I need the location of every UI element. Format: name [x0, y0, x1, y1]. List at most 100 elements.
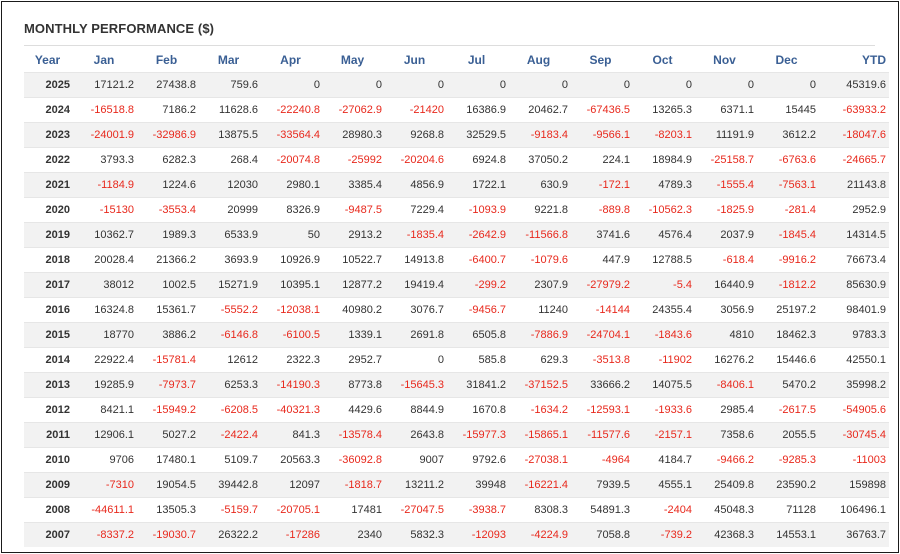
table-row: 2025 17121.2 27438.8 759.6 0 0 0 0 0 0 0 0 0 45319.6 — [24, 72, 889, 98]
may-value-cell: -25992 — [323, 147, 385, 173]
jul-value-cell: 6505.8 — [447, 322, 509, 348]
jul-value-cell: 16386.9 — [447, 97, 509, 123]
dec-value-cell: 2055.5 — [757, 422, 819, 448]
feb-value-cell: 1224.6 — [137, 172, 199, 198]
sep-value-cell: -889.8 — [571, 197, 633, 223]
year-cell: 2024 — [24, 97, 74, 123]
year-cell: 2019 — [24, 222, 74, 248]
year-cell: 2009 — [24, 472, 74, 498]
ytd-value-cell: 159898 — [819, 472, 889, 498]
dec-value-cell: 5470.2 — [757, 372, 819, 398]
year-cell: 2007 — [24, 522, 74, 547]
oct-value-cell: 12788.5 — [633, 247, 695, 273]
jan-value-cell: 3793.3 — [74, 147, 137, 173]
panel-title: MONTHLY PERFORMANCE ($) — [24, 21, 215, 36]
jan-value-cell: -1184.9 — [74, 172, 137, 198]
nov-value-cell: 2037.9 — [695, 222, 757, 248]
jun-value-cell: -15645.3 — [385, 372, 447, 398]
dec-value-cell: -281.4 — [757, 197, 819, 223]
table-row: 2007 -8337.2 -19030.7 26322.2 -17286 2340 5832… — [24, 522, 889, 547]
year-cell: 2020 — [24, 197, 74, 223]
jun-value-cell: -1835.4 — [385, 222, 447, 248]
column-header-oct: Oct — [652, 52, 673, 67]
jul-value-cell: -1093.9 — [447, 197, 509, 223]
column-header-jan: Jan — [93, 52, 115, 67]
ytd-value-cell: 106496.1 — [819, 497, 889, 523]
jun-value-cell: -21420 — [385, 97, 447, 123]
oct-value-cell: -739.2 — [633, 522, 695, 547]
sep-value-cell: -4964 — [571, 447, 633, 473]
feb-value-cell: 17480.1 — [137, 447, 199, 473]
column-header-sep: Sep — [589, 52, 612, 67]
oct-value-cell: -1933.6 — [633, 397, 695, 423]
sep-value-cell: -14144 — [571, 297, 633, 323]
jan-value-cell: 17121.2 — [74, 72, 137, 98]
may-value-cell: 8773.8 — [323, 372, 385, 398]
oct-value-cell: 0 — [633, 72, 695, 98]
jan-value-cell: 19285.9 — [74, 372, 137, 398]
oct-value-cell: 13265.3 — [633, 97, 695, 123]
aug-value-cell: -37152.5 — [509, 372, 571, 398]
feb-value-cell: 13505.3 — [137, 497, 199, 523]
jan-value-cell: 8421.1 — [74, 397, 137, 423]
table-row: 2016 16324.8 15361.7 -5552.2 -12038.1 40980.2… — [24, 297, 889, 323]
feb-value-cell: -15949.2 — [137, 397, 199, 423]
ytd-value-cell: -54905.6 — [819, 397, 889, 423]
year-cell: 2015 — [24, 322, 74, 348]
dec-value-cell: -1812.2 — [757, 272, 819, 298]
jan-value-cell: -7310 — [74, 472, 137, 498]
feb-value-cell: -15781.4 — [137, 347, 199, 373]
aug-value-cell: 2307.9 — [509, 272, 571, 298]
apr-value-cell: 12097 — [261, 472, 323, 498]
oct-value-cell: -8203.1 — [633, 122, 695, 148]
apr-value-cell: -6100.5 — [261, 322, 323, 348]
table-row: 2017 38012 1002.5 15271.9 10395.1 12877.2 1941… — [24, 272, 889, 298]
jan-value-cell: 10362.7 — [74, 222, 137, 248]
mar-value-cell: 268.4 — [199, 147, 261, 173]
may-value-cell: -1818.7 — [323, 472, 385, 498]
feb-value-cell: 21366.2 — [137, 247, 199, 273]
nov-value-cell: 16276.2 — [695, 347, 757, 373]
oct-value-cell: -11902 — [633, 347, 695, 373]
jul-value-cell: 1722.1 — [447, 172, 509, 198]
table-row: 2011 12906.1 5027.2 -2422.4 841.3 -13578.4 264… — [24, 422, 889, 448]
feb-value-cell: 27438.8 — [137, 72, 199, 98]
year-cell: 2008 — [24, 497, 74, 523]
nov-value-cell: 6371.1 — [695, 97, 757, 123]
jun-value-cell: 0 — [385, 72, 447, 98]
jan-value-cell: 22922.4 — [74, 347, 137, 373]
table-body: 2025 17121.2 27438.8 759.6 0 0 0 0 0 0 0 0 0 45319.6 2… — [24, 72, 889, 547]
oct-value-cell: 4789.3 — [633, 172, 695, 198]
apr-value-cell: 50 — [261, 222, 323, 248]
column-header-jul: Jul — [467, 52, 486, 67]
nov-value-cell: 2985.4 — [695, 397, 757, 423]
sep-value-cell: 7058.8 — [571, 522, 633, 547]
mar-value-cell: 26322.2 — [199, 522, 261, 547]
sep-value-cell: 224.1 — [571, 147, 633, 173]
ytd-value-cell: 76673.4 — [819, 247, 889, 273]
jan-value-cell: 12906.1 — [74, 422, 137, 448]
aug-value-cell: 20462.7 — [509, 97, 571, 123]
year-cell: 2017 — [24, 272, 74, 298]
dec-value-cell: 18462.3 — [757, 322, 819, 348]
jan-value-cell: -24001.9 — [74, 122, 137, 148]
may-value-cell: -9487.5 — [323, 197, 385, 223]
ytd-value-cell: 45319.6 — [819, 72, 889, 98]
table-row: 2021 -1184.9 1224.6 12030 2980.1 3385.4 4856.9… — [24, 172, 889, 198]
nov-value-cell: 16440.9 — [695, 272, 757, 298]
dec-value-cell: 3612.2 — [757, 122, 819, 148]
jul-value-cell: -3938.7 — [447, 497, 509, 523]
mar-value-cell: 12612 — [199, 347, 261, 373]
jul-value-cell: -9456.7 — [447, 297, 509, 323]
title-divider — [24, 45, 875, 46]
table-row: 2008 -44611.1 13505.3 -5159.7 -20705.1 17481-… — [24, 497, 889, 523]
nov-value-cell: 3056.9 — [695, 297, 757, 323]
feb-value-cell: -19030.7 — [137, 522, 199, 547]
nov-value-cell: 11191.9 — [695, 122, 757, 148]
ytd-value-cell: 21143.8 — [819, 172, 889, 198]
may-value-cell: 40980.2 — [323, 297, 385, 323]
table-row: 2010 9706 17480.1 5109.7 20563.3 -36092.8 9007… — [24, 447, 889, 473]
column-header-nov: Nov — [713, 52, 736, 67]
column-header-mar: Mar — [217, 52, 240, 67]
dec-value-cell: -9285.3 — [757, 447, 819, 473]
